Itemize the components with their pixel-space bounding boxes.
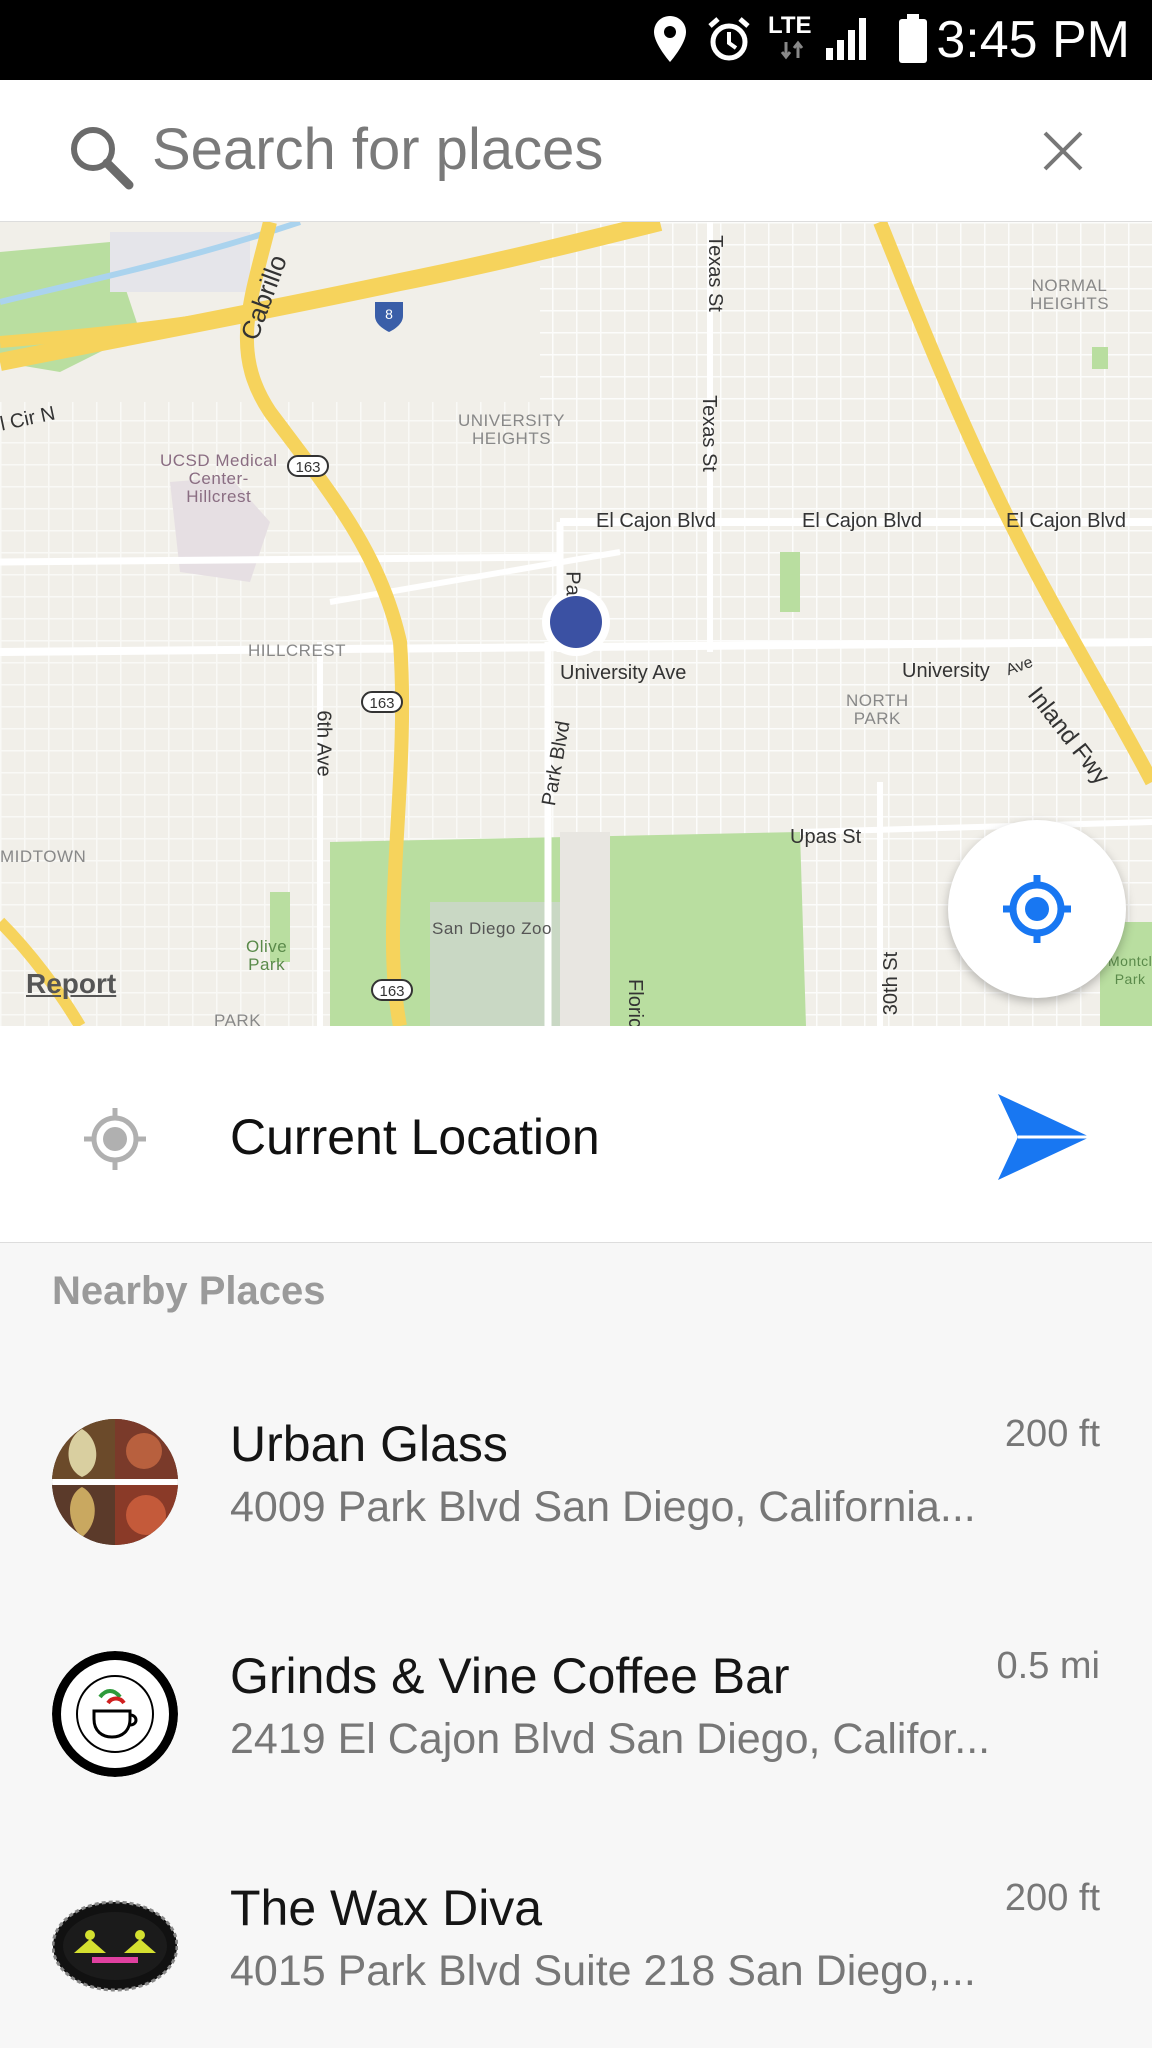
place-list-item[interactable]: Urban Glass 4009 Park Blvd San Diego, Ca… — [0, 1359, 1152, 1591]
place-address: 4009 Park Blvd San Diego, California... — [230, 1483, 976, 1531]
nearby-places-section: Nearby Places Urban Glass 4009 Park Blvd… — [0, 1243, 1152, 2048]
location-target-icon — [84, 1108, 146, 1170]
road-label: El Cajon Blvd — [802, 510, 923, 532]
section-title: Nearby Places — [52, 1269, 326, 1313]
area-label: UNIVERSITY HEIGHTS — [458, 411, 566, 448]
road-label: University — [902, 660, 990, 682]
place-name: The Wax Diva — [230, 1880, 543, 1936]
place-thumbnail — [52, 1419, 178, 1545]
area-label: Olive Park — [246, 937, 288, 974]
place-distance: 200 ft — [1004, 1877, 1100, 1919]
road-label: Texas St — [697, 395, 720, 472]
sr163-shield-label: 163 — [369, 695, 395, 712]
road-label: El Cajon Blvd — [596, 510, 717, 532]
my-location-button[interactable] — [948, 820, 1126, 998]
network-type-label: LTE — [768, 12, 812, 39]
place-name: Grinds & Vine Coffee Bar — [230, 1648, 790, 1704]
area-label: PARK — [214, 1011, 262, 1027]
sr163-shield-label: 163 — [295, 459, 321, 476]
signal-icon — [826, 18, 866, 60]
place-list-item[interactable]: Grinds & Vine Coffee Bar 2419 El Cajon B… — [0, 1591, 1152, 1823]
place-address: 4015 Park Blvd Suite 218 San Diego,... — [230, 1947, 976, 1995]
road-label: Texas St — [703, 235, 726, 312]
place-logo — [52, 1883, 178, 2009]
area-label: Montcl Park — [1108, 953, 1152, 987]
search-bar — [0, 80, 1152, 223]
user-location-dot — [550, 596, 602, 648]
i8-shield-label: 8 — [385, 306, 393, 322]
status-bar: LTE 3:45 PM — [0, 0, 1152, 80]
close-icon[interactable] — [1040, 128, 1086, 174]
current-location-row[interactable]: Current Location — [0, 1028, 1152, 1244]
road-label: University Ave — [560, 662, 687, 684]
sr163-shield-label: 163 — [379, 983, 405, 1000]
road-label: 30th St — [880, 951, 903, 1016]
area-label: NORTH PARK — [846, 691, 909, 728]
place-name: Urban Glass — [230, 1416, 508, 1472]
area-label: HILLCREST — [248, 641, 347, 660]
road-label: El Cajon Blvd — [1006, 510, 1127, 532]
search-input[interactable] — [152, 116, 952, 182]
area-label: San Diego Zoo — [432, 919, 552, 938]
alarm-icon — [708, 17, 750, 61]
crosshair-icon — [1003, 875, 1071, 943]
search-icon — [71, 127, 134, 190]
data-arrows-icon — [780, 40, 804, 60]
place-logo — [52, 1651, 178, 1777]
place-distance: 200 ft — [1004, 1413, 1100, 1455]
status-time: 3:45 PM — [936, 11, 1130, 69]
road-label: Upas St — [790, 826, 862, 848]
area-label: NORMAL HEIGHTS — [1030, 276, 1110, 313]
place-distance: 0.5 mi — [996, 1645, 1100, 1687]
location-pin-icon — [654, 16, 686, 62]
area-label: UCSD Medical Center- Hillcrest — [160, 451, 278, 506]
battery-icon — [899, 14, 927, 63]
road-label: Floric — [623, 979, 646, 1026]
road-label: 6th Ave — [312, 710, 335, 777]
send-icon[interactable] — [996, 1092, 1092, 1182]
place-list-item[interactable]: The Wax Diva 4015 Park Blvd Suite 218 Sa… — [0, 1823, 1152, 2055]
place-address: 2419 El Cajon Blvd San Diego, Califor... — [230, 1715, 991, 1763]
road-label: Pa — [561, 571, 584, 596]
map-report-link[interactable]: Report — [26, 968, 116, 1000]
area-label: MIDTOWN — [0, 847, 87, 866]
current-location-label: Current Location — [230, 1109, 600, 1165]
